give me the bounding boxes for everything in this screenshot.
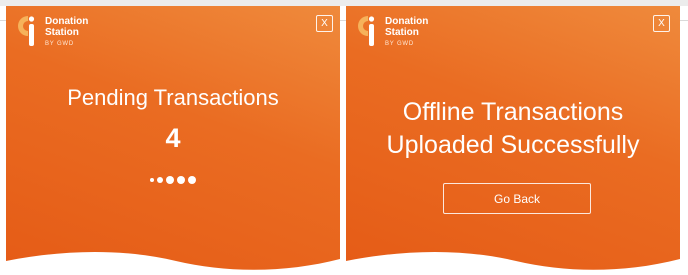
background-divider	[680, 20, 688, 21]
loading-dot	[157, 177, 163, 183]
upload-success-title-line1: Offline Transactions	[402, 98, 624, 126]
brand-name-line2: Station	[385, 27, 419, 38]
loading-dot	[188, 176, 196, 184]
brand-byline: BY GWD	[385, 41, 415, 47]
upload-success-title-line2: Uploaded Successfully	[386, 131, 640, 159]
loading-indicator	[6, 176, 340, 184]
loading-dot	[177, 176, 185, 184]
upload-success-dialog: Donation Station BY GWD X Offline Transa…	[346, 6, 680, 275]
upload-success-title: Offline Transactions Uploaded Successful…	[346, 96, 680, 162]
close-button[interactable]: X	[316, 15, 333, 32]
go-back-button[interactable]: Go Back	[443, 183, 591, 214]
loading-dot	[166, 176, 174, 184]
loading-dot	[150, 178, 154, 182]
pending-transactions-count: 4	[165, 123, 181, 153]
pending-transactions-dialog: Donation Station BY GWD X Pending Transa…	[6, 6, 340, 275]
close-button[interactable]: X	[653, 15, 670, 32]
brand-name-line2: Station	[45, 27, 79, 38]
bottom-wave	[346, 252, 680, 275]
donation-station-mark-icon	[18, 16, 35, 46]
donation-station-mark-icon	[358, 16, 375, 46]
brand-name-line1: Donation	[385, 16, 429, 27]
bottom-wave	[6, 252, 340, 275]
donation-station-logo: Donation Station BY GWD	[16, 14, 88, 50]
donation-station-logo: Donation Station BY GWD	[356, 14, 428, 50]
brand-name-line1: Donation	[45, 16, 89, 27]
pending-transactions-title: Pending Transactions	[67, 85, 279, 110]
brand-byline: BY GWD	[45, 41, 75, 47]
